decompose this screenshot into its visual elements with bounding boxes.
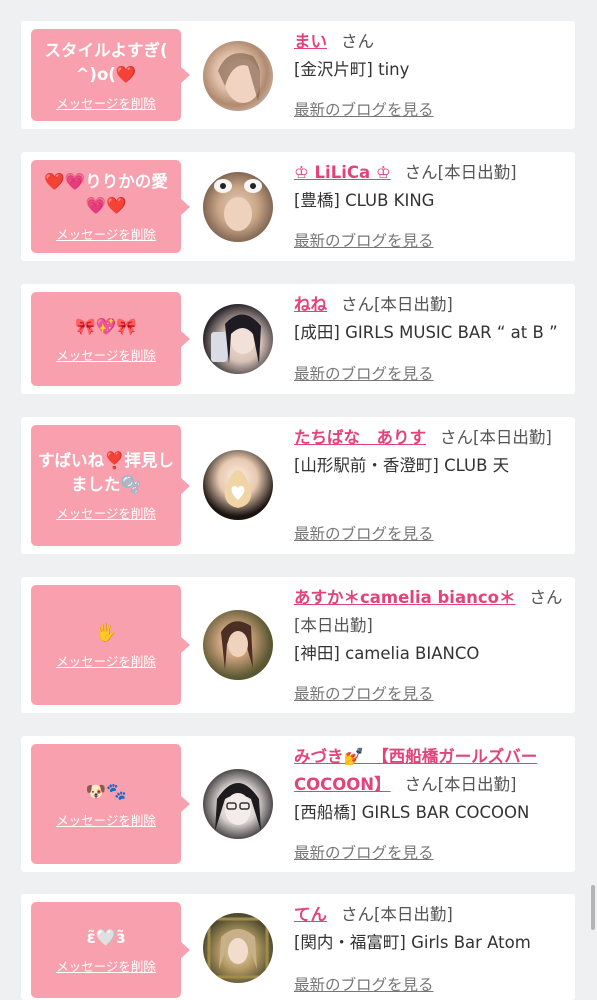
message-text: スタイルよすぎ( ^)o(❤️ <box>44 40 168 84</box>
avatar-photo-icon <box>221 621 253 670</box>
honorific: さん <box>341 905 374 924</box>
shop-text: [山形駅前・香澄町] CLUB 天 <box>294 456 510 475</box>
message-bubble: 🎀💖🎀 メッセージを削除 <box>31 292 190 386</box>
message-bubble: ɛ̃🤍ɜ̃ メッセージを削除 <box>31 902 190 998</box>
avatar-photo-icon <box>215 783 261 831</box>
cast-name-link[interactable]: あすか＊camelia bianco＊ <box>294 588 515 607</box>
status-text: [本日出勤] <box>437 163 517 182</box>
message-text: 🎀💖🎀 <box>75 316 137 336</box>
latest-blog-link[interactable]: 最新のブログを見る <box>294 841 434 863</box>
message-bubble: すばいね❣️拝見しました🫧 メッセージを削除 <box>31 425 190 546</box>
shop-text: [金沢片町] tiny <box>294 60 410 79</box>
cast-info: ♔ LiLiCa ♔ さん[本日出勤] [豊橋] CLUB KING <box>294 159 570 215</box>
delete-message-link[interactable]: メッセージを削除 <box>56 956 156 975</box>
latest-blog-link[interactable]: 最新のブログを見る <box>294 229 434 251</box>
honorific: さん <box>404 775 438 794</box>
avatar[interactable] <box>203 913 273 983</box>
cast-info: たちばな ありす さん[本日出勤] [山形駅前・香澄町] CLUB 天 <box>294 424 570 480</box>
status-text: [本日出勤] <box>374 905 453 924</box>
cast-name-link[interactable]: ねね <box>294 295 327 314</box>
cast-info: みづき💅 【西船橋ガールズバーCOCOON】 さん[本日出勤] [西船橋] GIR… <box>294 743 570 827</box>
message-bubble: 🖐️ メッセージを削除 <box>31 585 190 705</box>
avatar[interactable] <box>203 172 273 242</box>
latest-blog-link[interactable]: 最新のブログを見る <box>294 682 434 704</box>
status-text: [本日出勤] <box>437 775 517 794</box>
shop-text: [神田] camelia BIANCO <box>294 644 480 663</box>
latest-blog-link[interactable]: 最新のブログを見る <box>294 98 434 120</box>
delete-message-link[interactable]: メッセージを削除 <box>56 345 156 364</box>
avatar[interactable] <box>203 41 273 111</box>
message-bubble: スタイルよすぎ( ^)o(❤️ メッセージを削除 <box>31 29 190 121</box>
message-bubble: 🐶🐾 メッセージを削除 <box>31 744 190 864</box>
shop-text: [豊橋] CLUB KING <box>294 191 435 210</box>
message-text: 🐶🐾 <box>85 781 127 801</box>
delete-message-link[interactable]: メッセージを削除 <box>56 810 156 829</box>
latest-blog-link[interactable]: 最新のブログを見る <box>294 522 434 544</box>
delete-message-link[interactable]: メッセージを削除 <box>56 503 156 522</box>
message-text: ɛ̃🤍ɜ̃ <box>86 927 126 947</box>
cast-name-link[interactable]: てん <box>294 905 327 924</box>
cast-name-link[interactable]: ♔ LiLiCa ♔ <box>294 163 391 182</box>
delete-message-link[interactable]: メッセージを削除 <box>56 93 156 112</box>
latest-blog-link[interactable]: 最新のブログを見る <box>294 362 434 384</box>
shop-text: [関内・福富町] Girls Bar Atom <box>294 933 531 952</box>
honorific: さん <box>404 163 438 182</box>
delete-message-link[interactable]: メッセージを削除 <box>56 224 156 243</box>
cast-name-link[interactable]: まい <box>294 32 327 51</box>
list-item: ɛ̃🤍ɜ̃ メッセージを削除 てん さん[本日出勤] [関内・福富町] Girls… <box>21 894 575 1000</box>
shop-text: [成田] GIRLS MUSIC BAR “ at B ” <box>294 323 558 342</box>
scrollbar[interactable] <box>591 885 595 930</box>
avatar-photo-icon <box>207 917 269 979</box>
avatar-photo-icon <box>218 53 261 103</box>
honorific: さん <box>440 428 473 447</box>
avatar[interactable] <box>203 450 273 520</box>
avatar[interactable] <box>203 610 273 680</box>
status-text: [本日出勤] <box>294 616 373 635</box>
list-item: ❤️💗りりかの愛💗❤️ メッセージを削除 ♔ LiLiCa ♔ さん[本日出勤] … <box>21 152 575 261</box>
delete-message-link[interactable]: メッセージを削除 <box>56 651 156 670</box>
honorific: さん <box>341 295 374 314</box>
avatar-photo-icon <box>214 179 262 231</box>
avatar[interactable] <box>203 304 273 374</box>
cast-info: あすか＊camelia bianco＊ さん [本日出勤] [神田] camelia… <box>294 584 574 668</box>
avatar-photo-icon <box>211 314 261 364</box>
message-text: 🖐️ <box>95 622 117 642</box>
message-bubble: ❤️💗りりかの愛💗❤️ メッセージを削除 <box>31 160 190 253</box>
list-item: 🖐️ メッセージを削除 あすか＊camelia bianco＊ さん [本日出勤] … <box>21 577 575 713</box>
list-item: すばいね❣️拝見しました🫧 メッセージを削除 たちばな ありす さん[本日出勤] … <box>21 417 575 554</box>
cast-name-link[interactable]: たちばな ありす <box>294 428 426 447</box>
latest-blog-link[interactable]: 最新のブログを見る <box>294 973 434 995</box>
status-text: [本日出勤] <box>473 428 552 447</box>
shop-text: [西船橋] GIRLS BAR COCOON <box>294 803 530 822</box>
honorific: さん <box>529 588 563 607</box>
avatar-photo-icon <box>224 470 252 508</box>
list-item: 🐶🐾 メッセージを削除 みづき💅 【西船橋ガールズバーCOCOON】 さん[本日出… <box>21 736 575 872</box>
cast-info: ねね さん[本日出勤] [成田] GIRLS MUSIC BAR “ at B ” <box>294 291 579 347</box>
message-text: すばいね❣️拝見しました🫧 <box>37 451 175 494</box>
message-text: ❤️💗りりかの愛💗❤️ <box>44 172 168 215</box>
list-item: スタイルよすぎ( ^)o(❤️ メッセージを削除 まい さん [金沢片町] tin… <box>21 21 575 129</box>
list-item: 🎀💖🎀 メッセージを削除 ねね さん[本日出勤] [成田] GIRLS MUSIC… <box>21 284 575 394</box>
avatar[interactable] <box>203 769 273 839</box>
cast-info: てん さん[本日出勤] [関内・福富町] Girls Bar Atom <box>294 901 570 957</box>
honorific: さん <box>341 32 374 51</box>
cast-info: まい さん [金沢片町] tiny <box>294 28 570 84</box>
status-text: [本日出勤] <box>374 295 453 314</box>
